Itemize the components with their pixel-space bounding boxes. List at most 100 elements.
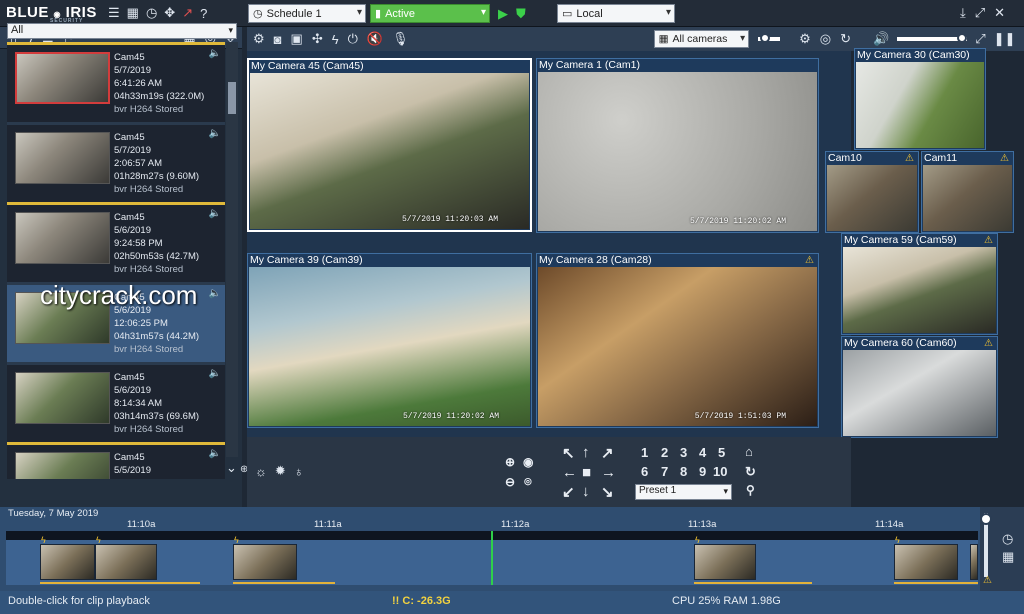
preset-8-button[interactable]: 8 <box>680 464 687 479</box>
preset-1-button[interactable]: 1 <box>641 445 648 460</box>
list-icon[interactable]: ☰ <box>108 5 120 21</box>
focus-icon[interactable]: ◎ <box>524 476 532 487</box>
chart-icon[interactable]: ↗ <box>182 5 193 21</box>
list-item[interactable]: Cam45 5/5/2019 🔈 <box>7 442 225 479</box>
volume-slider[interactable] <box>897 33 968 43</box>
fullscreen-icon[interactable]: ⤢ <box>975 31 985 47</box>
camera-tile[interactable]: My Camera 45 (Cam45) 5/7/2019 11:20:03 A… <box>247 58 532 232</box>
gear-icon[interactable]: ⚙ <box>799 31 811 47</box>
camera-tile[interactable]: My Camera 30 (Cam30) <box>854 48 986 150</box>
preset-select[interactable]: Preset 1 ▾ <box>635 484 732 500</box>
record-icon[interactable]: ▣ <box>291 31 303 47</box>
ptz-right-icon[interactable]: → <box>601 464 616 481</box>
timeline-clip[interactable]: ϟ <box>95 535 157 580</box>
home-icon[interactable]: ⌂ <box>745 444 753 459</box>
timeline-clip[interactable]: ϟ <box>894 535 958 580</box>
preset-2-button[interactable]: 2 <box>661 445 668 460</box>
clip-list[interactable]: Cam45 5/7/2019 6:41:26 AM 04h33m19s (322… <box>7 42 225 479</box>
download-icon[interactable]: ⤓ <box>960 5 966 21</box>
timeline-clip[interactable]: ϟ <box>694 535 756 580</box>
ptz-down-right-icon[interactable]: ↘ <box>601 483 614 501</box>
calendar-icon[interactable]: ▦ <box>1002 549 1014 565</box>
refresh-icon[interactable]: ↻ <box>840 31 851 47</box>
camera-tile[interactable]: My Camera 60 (Cam60) ⚠ <box>841 336 998 438</box>
shield-icon[interactable]: ⛊ <box>516 6 526 22</box>
power-icon[interactable]: ⏻ <box>348 31 358 47</box>
fullscreen-icon[interactable]: ⤢ <box>975 5 985 21</box>
list-item[interactable]: Cam45 5/6/2019 8:14:34 AM 03h14m37s (69.… <box>7 362 225 442</box>
zoom-out-icon[interactable]: ⊖ <box>505 475 515 489</box>
brightness-up-icon[interactable]: ✹ <box>275 463 286 479</box>
location-select[interactable]: ▭ Local ▾ <box>557 4 675 23</box>
list-item[interactable]: Cam45 5/6/2019 9:24:58 PM 02h50m53s (42.… <box>7 202 225 282</box>
brightness-slider[interactable] <box>758 33 781 43</box>
camera-cycle-icon[interactable]: ◎ <box>820 31 831 47</box>
preset-4-button[interactable]: 4 <box>699 445 706 460</box>
clip-filter-select[interactable]: All ▾ <box>7 23 237 39</box>
list-item[interactable]: Cam45 5/7/2019 2:06:57 AM 01h28m27s (9.6… <box>7 122 225 202</box>
profile-select[interactable]: ▮ Active ▾ <box>370 4 490 23</box>
camera-title: My Camera 28 (Cam28) <box>539 254 652 266</box>
light-icon[interactable]: ♁ <box>294 464 304 479</box>
chevron-down-icon[interactable]: ⌄ <box>226 460 237 475</box>
status-bar: Double-click for clip playback !! C: -26… <box>0 591 1024 614</box>
mute-icon[interactable]: 🔇 <box>367 31 383 47</box>
list-item[interactable]: Cam45 5/7/2019 6:41:26 AM 04h33m19s (322… <box>7 42 225 122</box>
ptz-up-left-icon[interactable]: ↖ <box>562 444 575 462</box>
close-icon[interactable]: ✕ <box>994 5 1005 21</box>
location-pin-icon[interactable]: ⚲ <box>746 483 755 497</box>
camera-feed <box>843 350 996 436</box>
zoom-in-icon[interactable]: ⊕ <box>505 455 515 469</box>
timeline-clip[interactable] <box>970 544 978 580</box>
preset-5-button[interactable]: 5 <box>718 445 725 460</box>
ptz-icon[interactable]: ✣ <box>312 31 323 47</box>
timeline[interactable]: Tuesday, 7 May 2019 11:10a 11:11a 11:12a… <box>0 507 1024 591</box>
camera-title: My Camera 60 (Cam60) <box>844 337 957 349</box>
gear-icon[interactable]: ⚙ <box>253 31 265 47</box>
microphone-icon[interactable]: 🎙 <box>392 31 409 47</box>
preset-3-button[interactable]: 3 <box>680 445 687 460</box>
preset-10-button[interactable]: 10 <box>713 464 727 479</box>
scrollbar-thumb[interactable] <box>228 82 236 114</box>
pause-icon[interactable]: ❚❚ <box>994 31 1016 47</box>
camera-group-select[interactable]: ▦ All cameras ▾ <box>653 30 750 48</box>
refresh-icon[interactable]: ↻ <box>745 464 756 480</box>
eye-icon[interactable]: ◉ <box>523 455 533 469</box>
camera-tile[interactable]: My Camera 59 (Cam59) ⚠ <box>841 233 998 335</box>
ptz-home-icon[interactable]: ■ <box>582 464 591 481</box>
help-icon[interactable]: ? <box>200 6 207 21</box>
preset-6-button[interactable]: 6 <box>641 464 648 479</box>
clip-time: 9:24:58 PM <box>114 238 163 249</box>
clip-list-scrollbar[interactable] <box>226 42 238 457</box>
move-icon[interactable]: ✥ <box>164 5 175 21</box>
bolt-icon[interactable]: ϟ <box>332 32 339 47</box>
ptz-left-icon[interactable]: ← <box>562 464 577 481</box>
camera-icon[interactable]: ◙ <box>274 32 282 47</box>
clock-icon[interactable]: ◷ <box>146 5 157 21</box>
clapper-icon[interactable]: ▦ <box>127 5 139 21</box>
camera-tile[interactable]: Cam11 ⚠ <box>921 151 1014 233</box>
camera-feed <box>538 72 817 231</box>
ptz-down-left-icon[interactable]: ↙ <box>562 483 575 501</box>
ptz-up-right-icon[interactable]: ↗ <box>601 444 614 462</box>
camera-tile[interactable]: Cam10 ⚠ <box>825 151 919 233</box>
clip-time: 2:06:57 AM <box>114 158 163 169</box>
schedule-select[interactable]: ◷ Schedule 1 ▾ <box>248 4 366 23</box>
timeline-clip[interactable]: ϟ <box>40 535 95 580</box>
camera-tile[interactable]: My Camera 39 (Cam39) 5/7/2019 11:20:02 A… <box>247 253 532 428</box>
preset-7-button[interactable]: 7 <box>661 464 668 479</box>
camera-title: Cam10 <box>828 152 862 164</box>
camera-tile[interactable]: My Camera 1 (Cam1) 5/7/2019 11:20:02 AM <box>536 58 819 233</box>
ptz-down-icon[interactable]: ↓ <box>582 483 590 500</box>
brightness-down-icon[interactable]: ☼ <box>255 464 267 479</box>
timeline-zoom-slider[interactable] <box>980 513 992 577</box>
speaker-icon[interactable]: 🔊 <box>873 31 889 47</box>
camera-tile[interactable]: My Camera 28 (Cam28) ⚠ 5/7/2019 1:51:03 … <box>536 253 819 428</box>
preset-9-button[interactable]: 9 <box>699 464 706 479</box>
timeline-clip[interactable]: ϟ <box>233 535 297 580</box>
clock-icon[interactable]: ◷ <box>1002 531 1013 547</box>
camera-title: My Camera 1 (Cam1) <box>539 59 640 71</box>
timeline-playhead[interactable] <box>491 531 493 585</box>
ptz-up-icon[interactable]: ↑ <box>582 444 590 461</box>
play-icon[interactable]: ▶ <box>498 6 508 22</box>
